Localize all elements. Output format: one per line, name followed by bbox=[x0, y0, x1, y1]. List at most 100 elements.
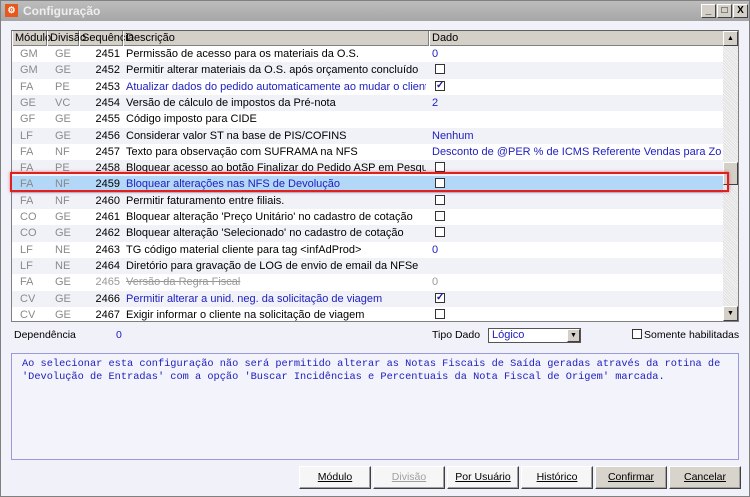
por-usuario-button[interactable]: Por Usuário bbox=[447, 466, 519, 489]
dado-cell[interactable]: 0 bbox=[432, 46, 722, 62]
table-row[interactable]: LF GE 2456 Considerar valor ST na base d… bbox=[12, 127, 723, 144]
modulo-cell: LF bbox=[20, 259, 33, 272]
sequencia-cell: 2452 bbox=[95, 64, 120, 77]
table-row[interactable]: GE VC 2454 Versão de cálculo de impostos… bbox=[12, 94, 723, 112]
dado-checkbox[interactable] bbox=[435, 211, 445, 221]
table-row[interactable]: GM GE 2451 Permissão de acesso para os m… bbox=[12, 46, 723, 63]
divisao-cell: GE bbox=[55, 292, 71, 305]
scroll-up-icon[interactable]: ▲ bbox=[723, 31, 738, 46]
dado-cell[interactable] bbox=[432, 291, 722, 307]
col-descricao[interactable]: Descrição bbox=[123, 31, 429, 46]
cancelar-button[interactable]: Cancelar bbox=[669, 466, 741, 489]
modulo-cell: GM bbox=[20, 64, 38, 77]
minimize-button[interactable]: _ bbox=[701, 4, 716, 18]
dado-cell[interactable] bbox=[432, 193, 722, 209]
dado-cell[interactable] bbox=[432, 62, 722, 78]
modulo-cell: GE bbox=[20, 96, 36, 109]
tipo-dado-select[interactable]: Lógico ▼ bbox=[488, 328, 581, 343]
modulo-button[interactable]: Módulo bbox=[299, 466, 371, 489]
dado-cell[interactable]: 0 bbox=[432, 274, 722, 290]
somente-habilitadas-checkbox[interactable] bbox=[632, 329, 642, 339]
modulo-cell: GM bbox=[20, 48, 38, 60]
sequencia-cell: 2463 bbox=[95, 243, 120, 256]
dado-checkbox[interactable] bbox=[435, 64, 445, 75]
table-row[interactable]: FA NF 2460 Permitir faturamento entre fi… bbox=[12, 192, 723, 209]
dado-checkbox[interactable] bbox=[435, 227, 445, 238]
descricao-cell: Permissão de acesso para os materiais da… bbox=[126, 48, 359, 60]
somente-habilitadas-label[interactable]: Somente habilitadas bbox=[644, 329, 739, 341]
selection-highlight bbox=[10, 172, 729, 192]
divisao-cell: GE bbox=[55, 227, 71, 240]
dado-cell[interactable] bbox=[432, 307, 722, 321]
descricao-cell: Permitir alterar materiais da O.S. após … bbox=[126, 64, 419, 77]
divisao-cell: VC bbox=[55, 96, 71, 109]
table-row[interactable]: CV GE 2466 Permitir alterar a unid. neg.… bbox=[12, 290, 723, 307]
table-row[interactable]: CV GE 2467 Exigir informar o cliente na … bbox=[12, 306, 723, 321]
descricao-cell: Bloquear alteração 'Preço Unitário' no c… bbox=[126, 211, 413, 223]
close-button[interactable]: X bbox=[733, 4, 748, 18]
descricao-cell: Diretório para gravação de LOG de envio … bbox=[126, 259, 419, 272]
descricao-cell: Exigir informar o cliente na solicitação… bbox=[126, 308, 365, 321]
dado-cell[interactable]: 0 bbox=[432, 242, 722, 258]
descricao-cell: Código imposto para CIDE bbox=[126, 113, 257, 126]
dado-value[interactable]: 2 bbox=[432, 97, 438, 109]
dado-value[interactable]: 0 bbox=[432, 244, 438, 256]
dado-value[interactable]: 0 bbox=[432, 276, 438, 288]
dado-cell[interactable] bbox=[432, 209, 722, 225]
modulo-cell: CO bbox=[20, 211, 37, 223]
dado-cell[interactable] bbox=[432, 79, 722, 95]
divisao-cell: GE bbox=[55, 276, 71, 289]
divisao-cell: NE bbox=[55, 259, 71, 272]
dado-checkbox[interactable] bbox=[435, 291, 445, 306]
table-row[interactable]: CO GE 2462 Bloquear alteração 'Seleciona… bbox=[12, 225, 723, 242]
divisao-cell: GE bbox=[55, 113, 71, 126]
dado-checkbox[interactable] bbox=[435, 79, 445, 94]
divisao-cell: GE bbox=[55, 308, 71, 321]
table-row[interactable]: GF GE 2455 Código imposto para CIDE bbox=[12, 111, 723, 128]
dado-value[interactable]: Nenhum bbox=[432, 130, 474, 142]
modulo-cell: LF bbox=[20, 129, 33, 142]
table-row[interactable]: FA PE 2453 Atualizar dados do pedido aut… bbox=[12, 78, 723, 95]
divisao-cell: NF bbox=[55, 145, 70, 158]
divisao-cell: GE bbox=[55, 48, 71, 60]
modulo-cell: FA bbox=[20, 80, 34, 93]
sequencia-cell: 2451 bbox=[95, 48, 120, 60]
dado-cell[interactable] bbox=[432, 225, 722, 241]
table-row[interactable]: CO GE 2461 Bloquear alteração 'Preço Uni… bbox=[12, 209, 723, 226]
confirmar-button[interactable]: Confirmar bbox=[595, 466, 667, 489]
dado-cell[interactable]: 2 bbox=[432, 95, 722, 111]
dado-checkbox[interactable] bbox=[435, 308, 445, 319]
table-row[interactable]: FA NF 2457 Texto para observação com SUF… bbox=[12, 143, 723, 161]
scroll-down-icon[interactable]: ▼ bbox=[723, 306, 738, 321]
col-divisao[interactable]: Divisão bbox=[47, 31, 86, 46]
dado-checkbox[interactable] bbox=[435, 194, 445, 205]
descricao-cell: TG código material cliente para tag <inf… bbox=[126, 243, 362, 256]
dependencia-value: 0 bbox=[116, 329, 122, 341]
table-row[interactable]: GM GE 2452 Permitir alterar materiais da… bbox=[12, 62, 723, 79]
dado-checkbox[interactable] bbox=[435, 162, 445, 173]
dado-cell[interactable]: Desconto de @PER % de ICMS Referente Ven… bbox=[432, 144, 722, 160]
col-dado[interactable]: Dado bbox=[429, 31, 724, 46]
maximize-button[interactable]: □ bbox=[717, 4, 732, 18]
descricao-cell: Bloquear alteração 'Selecionado' no cada… bbox=[126, 227, 404, 240]
dado-cell[interactable]: Nenhum bbox=[432, 128, 722, 144]
sequencia-cell: 2454 bbox=[95, 96, 120, 109]
table-row[interactable]: LF NE 2464 Diretório para gravação de LO… bbox=[12, 257, 723, 275]
historico-button[interactable]: Histórico bbox=[521, 466, 593, 489]
app-icon: ⚙ bbox=[5, 4, 18, 17]
col-modulo[interactable]: Módulo bbox=[12, 31, 51, 46]
divisao-button[interactable]: Divisão bbox=[373, 466, 445, 489]
modulo-cell: FA bbox=[20, 145, 34, 158]
divisao-cell: GE bbox=[55, 64, 71, 77]
sequencia-cell: 2466 bbox=[95, 292, 120, 305]
col-sequencia[interactable]: Sequência bbox=[79, 31, 134, 46]
divisao-cell: NF bbox=[55, 194, 70, 207]
descricao-cell: Texto para observação com SUFRAMA na NFS bbox=[126, 145, 358, 158]
chevron-down-icon[interactable]: ▼ bbox=[567, 329, 580, 342]
dado-value[interactable]: 0 bbox=[432, 48, 438, 60]
dado-value[interactable]: Desconto de @PER % de ICMS Referente Ven… bbox=[432, 146, 722, 158]
table-row[interactable]: FA GE 2465 Versão da Regra Fiscal 0 bbox=[12, 274, 723, 291]
table-row[interactable]: LF NE 2463 TG código material cliente pa… bbox=[12, 241, 723, 258]
descricao-cell: Versão da Regra Fiscal bbox=[126, 276, 241, 289]
sequencia-cell: 2467 bbox=[95, 308, 120, 321]
